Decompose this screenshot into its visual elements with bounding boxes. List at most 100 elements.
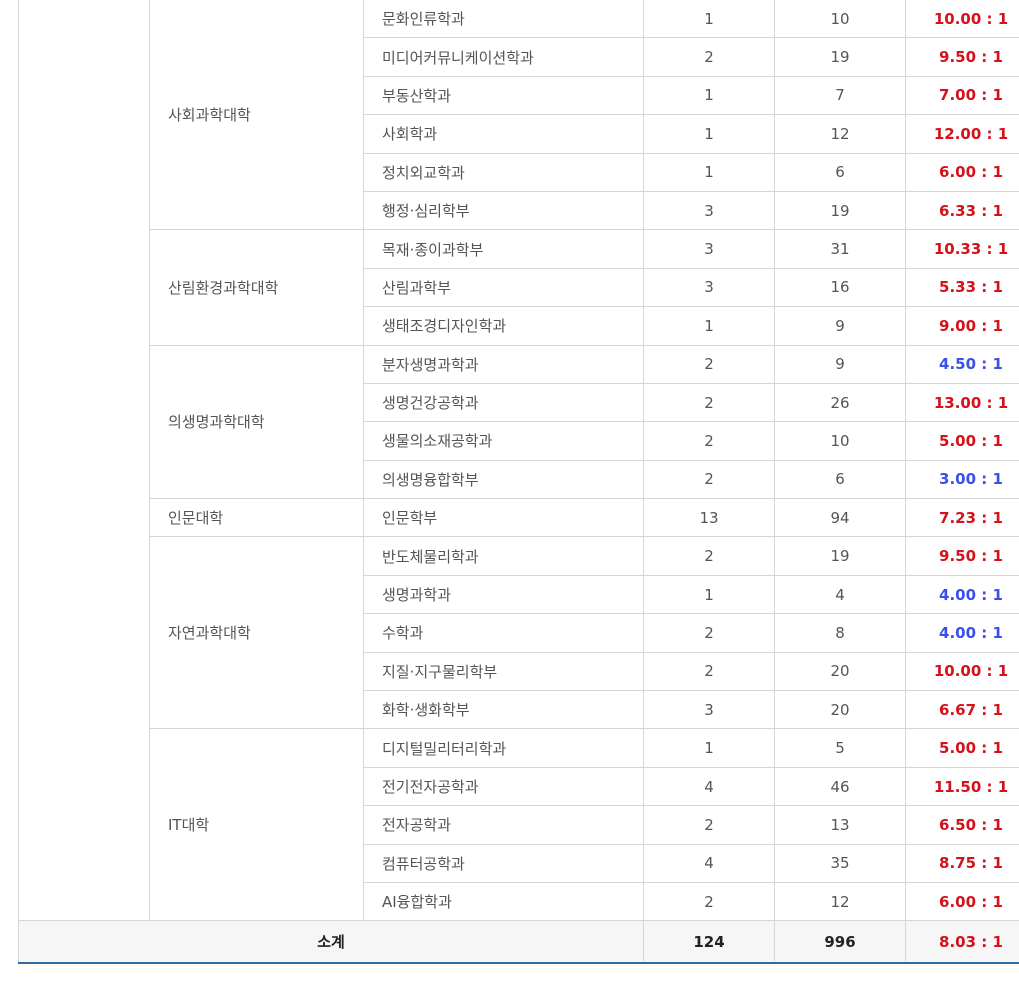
- applicants-cell: 9: [774, 344, 906, 384]
- quota-cell: 1: [643, 728, 775, 768]
- applicants-cell: 19: [774, 190, 906, 231]
- applicants-cell: 12: [774, 114, 906, 154]
- department-cell: 인문학부: [363, 498, 644, 538]
- quota-cell: 2: [643, 37, 775, 77]
- results-table-container: 사회과학대학 문화인류학과 1 10 10.00 : 1 미디어커뮤니케이션학과…: [18, 0, 1019, 965]
- applicants-cell: 13: [774, 805, 906, 845]
- college-cell: 사회과학대학: [149, 0, 364, 231]
- subtotal-label: 소계: [18, 920, 644, 965]
- quota-cell: 3: [643, 190, 775, 231]
- department-cell: 디지털밀리터리학과: [363, 728, 644, 768]
- quota-cell: 1: [643, 574, 775, 615]
- table-row: IT대학 디지털밀리터리학과 1 5 5.00 : 1: [19, 728, 1019, 922]
- applicants-cell: 26: [774, 382, 906, 423]
- applicants-cell: 94: [774, 498, 906, 538]
- applicants-cell: 8: [774, 613, 906, 653]
- table-row: 자연과학대학 반도체물리학과 2 19 9.50 : 1: [19, 536, 1019, 730]
- ratio-cell: 5.00 : 1: [905, 421, 1019, 461]
- college-cell: 의생명과학대학: [149, 344, 364, 500]
- applicants-cell: 16: [774, 267, 906, 308]
- department-cell: 의생명융합학부: [363, 459, 644, 500]
- department-cell: 전기전자공학과: [363, 766, 644, 807]
- applicants-cell: 19: [774, 37, 906, 77]
- quota-cell: 2: [643, 651, 775, 692]
- applicants-cell: 5: [774, 728, 906, 768]
- quota-cell: 1: [643, 306, 775, 346]
- applicants-cell: 35: [774, 843, 906, 883]
- ratio-cell: 8.75 : 1: [905, 843, 1019, 883]
- ratio-cell: 10.33 : 1: [905, 229, 1019, 269]
- applicants-cell: 10: [774, 0, 906, 39]
- quota-cell: 1: [643, 114, 775, 154]
- quota-cell: 2: [643, 881, 775, 922]
- department-cell: AI융합학과: [363, 881, 644, 922]
- table-row: 사회과학대학 문화인류학과 1 10 10.00 : 1: [18, 0, 1019, 922]
- department-cell: 생태조경디자인학과: [363, 306, 644, 346]
- applicants-cell: 6: [774, 459, 906, 500]
- ratio-cell: 5.00 : 1: [905, 728, 1019, 768]
- ratio-cell: 10.00 : 1: [905, 0, 1019, 39]
- ratio-cell: 6.00 : 1: [905, 152, 1019, 192]
- ratio-cell: 3.00 : 1: [905, 459, 1019, 500]
- ratio-cell: 4.50 : 1: [905, 344, 1019, 384]
- ratio-cell: 6.67 : 1: [905, 690, 1019, 730]
- subtotal-ratio: 8.03 : 1: [905, 920, 1019, 965]
- quota-cell: 2: [643, 805, 775, 845]
- college-cell: 자연과학대학: [149, 536, 364, 730]
- ratio-cell: 9.50 : 1: [905, 37, 1019, 77]
- college-cell: 인문대학: [149, 498, 364, 538]
- ratio-cell: 9.50 : 1: [905, 536, 1019, 576]
- quota-cell: 1: [643, 0, 775, 39]
- quota-cell: 2: [643, 536, 775, 576]
- applicants-cell: 7: [774, 75, 906, 116]
- department-cell: 전자공학과: [363, 805, 644, 845]
- department-cell: 목재·종이과학부: [363, 229, 644, 269]
- quota-cell: 4: [643, 843, 775, 883]
- table-row: 의생명과학대학 분자생명과학과 2 9 4.50 : 1: [19, 344, 1019, 500]
- table-row: 인문대학 인문학부 13 94 7.23 : 1: [19, 498, 1019, 538]
- subtotal-row: 소계 124 996 8.03 : 1: [18, 920, 1019, 965]
- college-cell: IT대학: [149, 728, 364, 922]
- ratio-cell: 4.00 : 1: [905, 574, 1019, 615]
- applicants-cell: 20: [774, 651, 906, 692]
- department-cell: 화학·생화학부: [363, 690, 644, 730]
- department-cell: 문화인류학과: [363, 0, 644, 39]
- department-cell: 반도체물리학과: [363, 536, 644, 576]
- outer-category-cell: [18, 0, 150, 922]
- department-cell: 미디어커뮤니케이션학과: [363, 37, 644, 77]
- ratio-cell: 12.00 : 1: [905, 114, 1019, 154]
- applicants-cell: 10: [774, 421, 906, 461]
- department-cell: 정치외교학과: [363, 152, 644, 192]
- department-cell: 생물의소재공학과: [363, 421, 644, 461]
- department-cell: 부동산학과: [363, 75, 644, 116]
- applicants-cell: 4: [774, 574, 906, 615]
- table-row: 산림환경과학대학 목재·종이과학부 3 31 10.33 : 1: [19, 229, 1019, 346]
- quota-cell: 2: [643, 382, 775, 423]
- quota-cell: 3: [643, 229, 775, 269]
- subtotal-quota: 124: [643, 920, 775, 965]
- ratio-cell: 7.00 : 1: [905, 75, 1019, 116]
- subtotal-applicants: 996: [774, 920, 906, 965]
- department-cell: 지질·지구물리학부: [363, 651, 644, 692]
- ratio-cell: 9.00 : 1: [905, 306, 1019, 346]
- applicants-cell: 46: [774, 766, 906, 807]
- quota-cell: 1: [643, 75, 775, 116]
- applicants-cell: 20: [774, 690, 906, 730]
- department-cell: 행정·심리학부: [363, 190, 644, 231]
- applicants-cell: 19: [774, 536, 906, 576]
- applicants-cell: 31: [774, 229, 906, 269]
- ratio-cell: 6.33 : 1: [905, 190, 1019, 231]
- ratio-cell: 10.00 : 1: [905, 651, 1019, 692]
- applicants-cell: 9: [774, 306, 906, 346]
- department-cell: 생명건강공학과: [363, 382, 644, 423]
- ratio-cell: 11.50 : 1: [905, 766, 1019, 807]
- ratio-cell: 5.33 : 1: [905, 267, 1019, 308]
- competition-ratio-table: 사회과학대학 문화인류학과 1 10 10.00 : 1 미디어커뮤니케이션학과…: [18, 0, 1019, 965]
- department-cell: 산림과학부: [363, 267, 644, 308]
- quota-cell: 3: [643, 690, 775, 730]
- quota-cell: 2: [643, 421, 775, 461]
- quota-cell: 1: [643, 152, 775, 192]
- ratio-cell: 4.00 : 1: [905, 613, 1019, 653]
- department-cell: 생명과학과: [363, 574, 644, 615]
- department-cell: 사회학과: [363, 114, 644, 154]
